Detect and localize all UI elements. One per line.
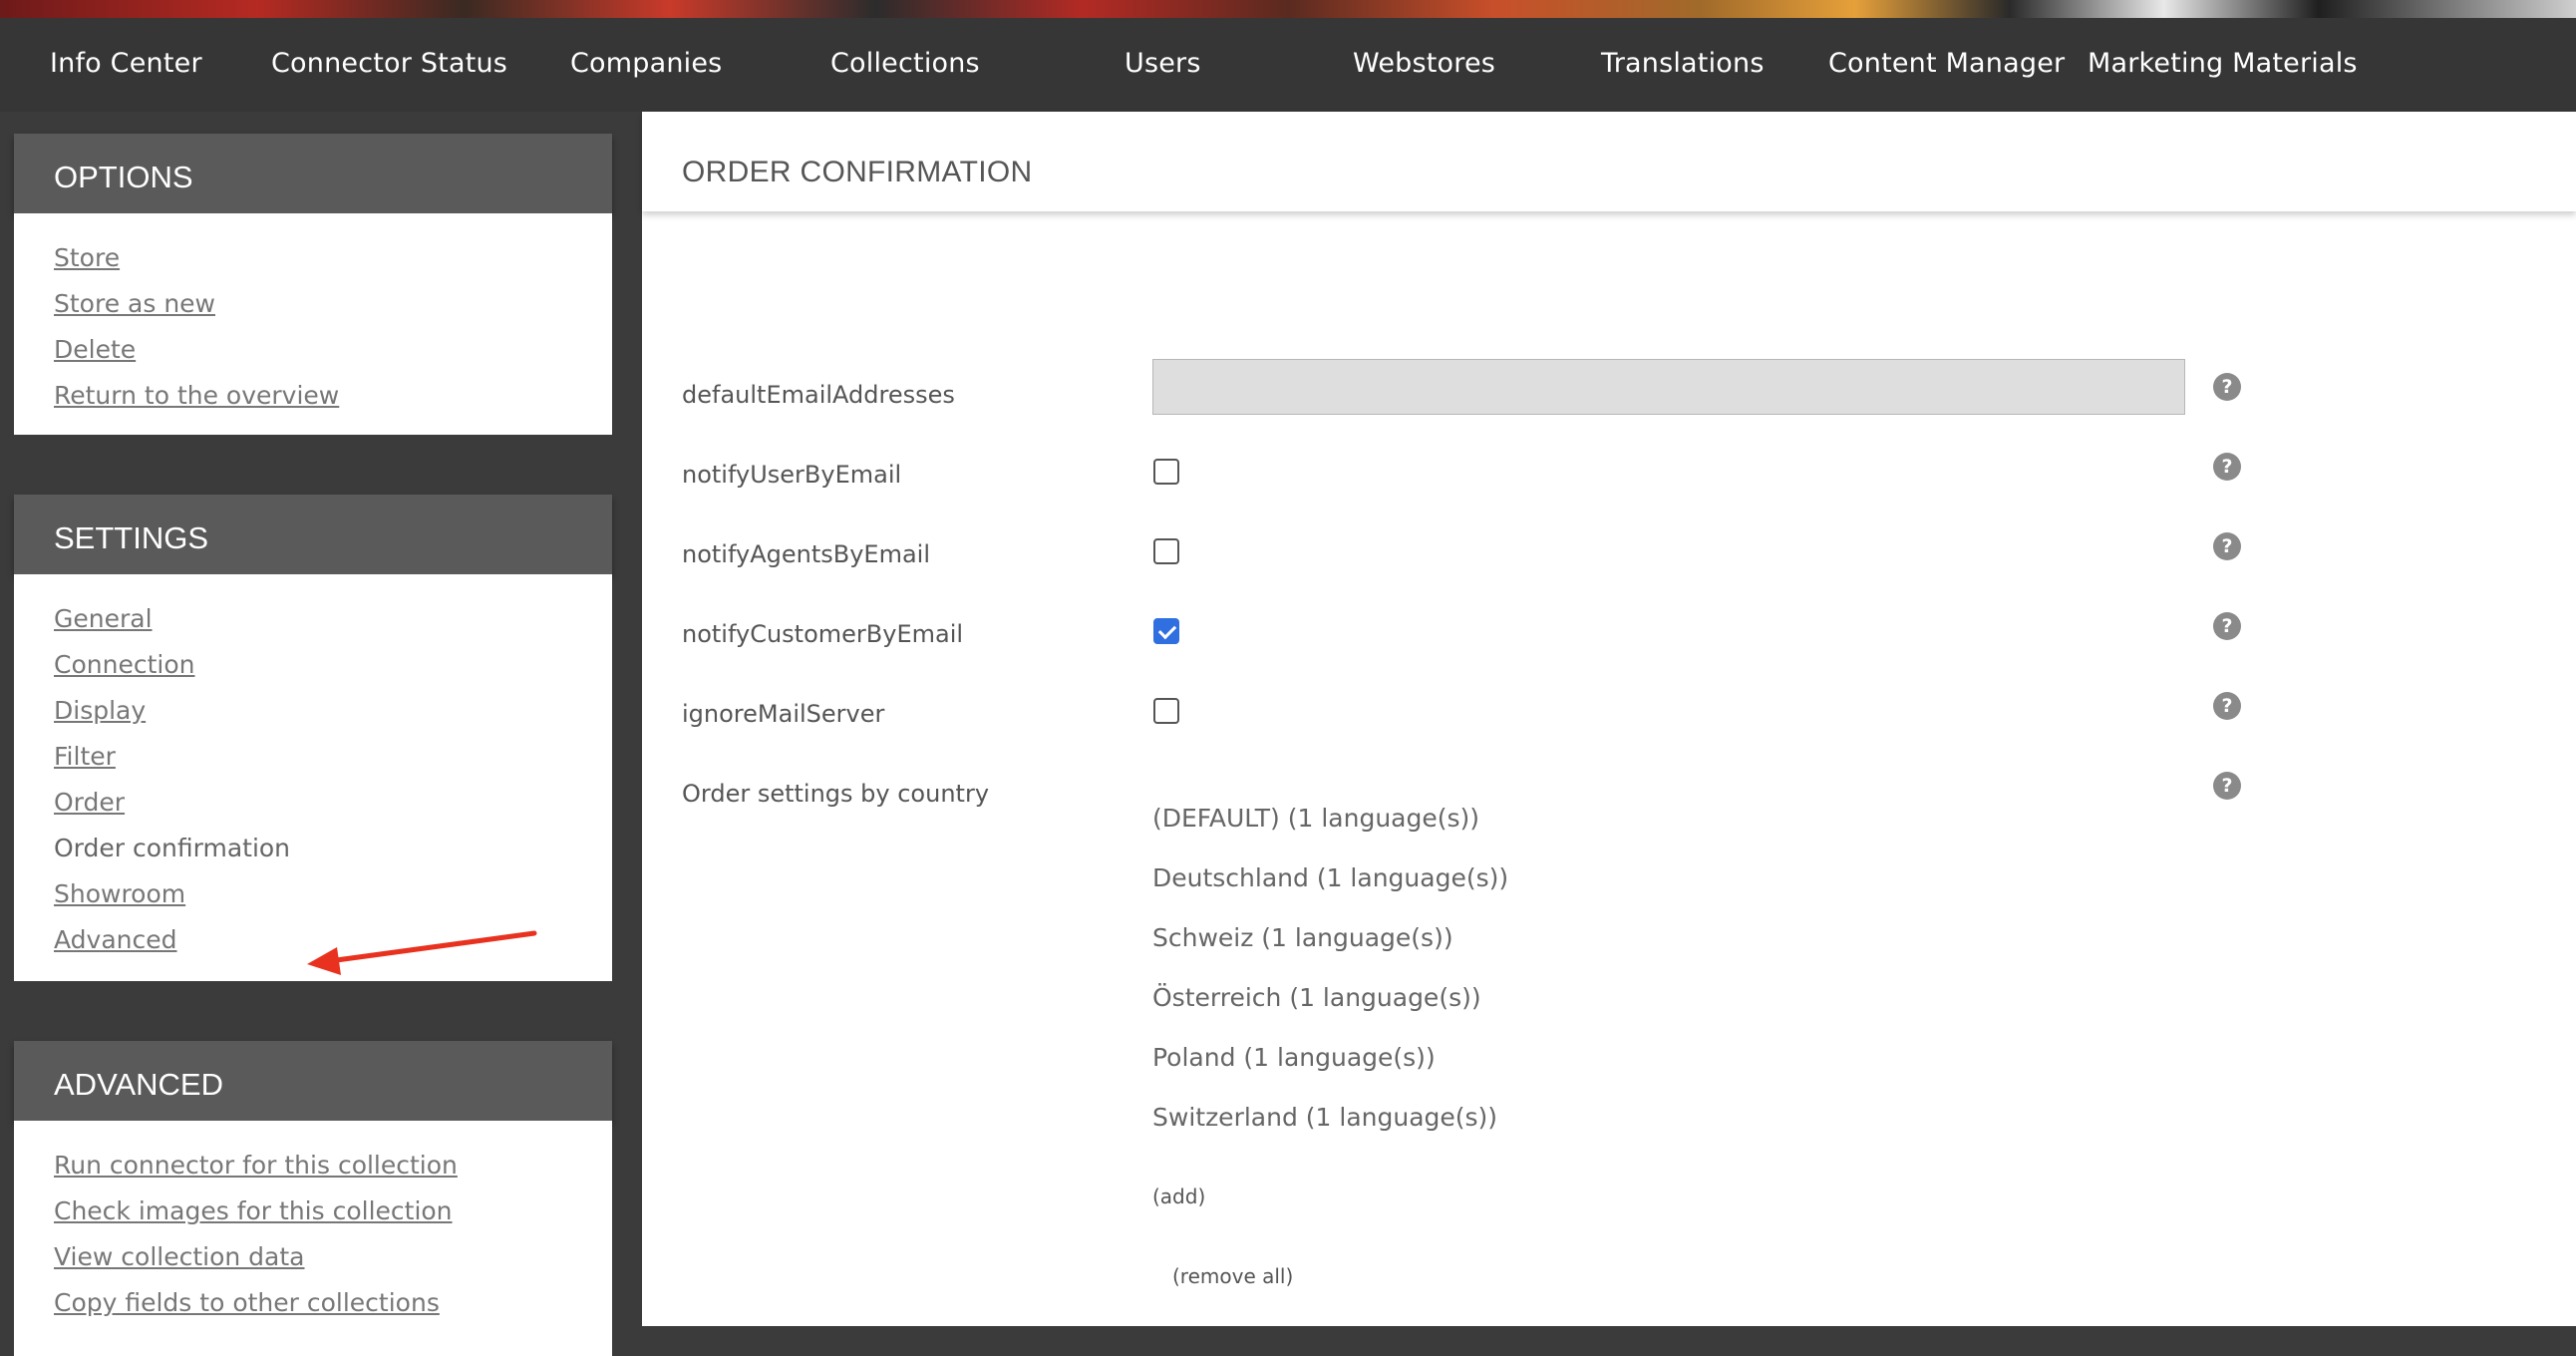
- settings-order-link[interactable]: Order: [54, 780, 572, 826]
- notify-agents-by-email-label: notifyAgentsByEmail: [682, 540, 930, 568]
- sidebar: OPTIONS Store Store as new Delete Return…: [0, 112, 642, 1356]
- country-oesterreich-item[interactable]: Österreich (1 language(s)): [1152, 983, 1481, 1012]
- country-poland-item[interactable]: Poland (1 language(s)): [1152, 1043, 1436, 1072]
- notify-customer-by-email-checkbox[interactable]: [1153, 618, 1179, 644]
- order-settings-by-country-label: Order settings by country: [682, 780, 990, 808]
- nav-connector-status[interactable]: Connector Status: [271, 48, 507, 79]
- settings-panel-title: SETTINGS: [14, 495, 612, 574]
- help-icon[interactable]: ?: [2213, 612, 2241, 640]
- nav-companies[interactable]: Companies: [570, 48, 722, 79]
- nav-users[interactable]: Users: [1125, 48, 1201, 79]
- nav-translations[interactable]: Translations: [1601, 48, 1765, 79]
- return-to-overview-link[interactable]: Return to the overview: [54, 373, 572, 419]
- red-arrow-annotation: [307, 930, 537, 975]
- settings-panel: SETTINGS General Connection Display Filt…: [14, 495, 612, 981]
- top-navigation: Info Center Connector Status Companies C…: [0, 18, 2576, 112]
- default-email-addresses-label: defaultEmailAddresses: [682, 381, 955, 409]
- help-icon[interactable]: ?: [2213, 772, 2241, 800]
- settings-order-confirmation-link[interactable]: Order confirmation: [54, 826, 572, 871]
- copy-fields-link[interactable]: Copy fields to other collections: [54, 1280, 572, 1326]
- ignore-mail-server-label: ignoreMailServer: [682, 700, 885, 728]
- nav-info-center[interactable]: Info Center: [50, 48, 202, 79]
- delete-link[interactable]: Delete: [54, 327, 572, 373]
- notify-agents-by-email-checkbox[interactable]: [1153, 538, 1179, 564]
- help-icon[interactable]: ?: [2213, 453, 2241, 481]
- main-header: ORDER CONFIRMATION: [642, 112, 2576, 211]
- help-icon[interactable]: ?: [2213, 692, 2241, 720]
- header-banner-image: [0, 0, 2576, 18]
- help-icon[interactable]: ?: [2213, 373, 2241, 401]
- country-deutschland-item[interactable]: Deutschland (1 language(s)): [1152, 863, 1508, 892]
- remove-all-countries-link[interactable]: (remove all): [1172, 1264, 1293, 1288]
- run-connector-link[interactable]: Run connector for this collection: [54, 1143, 572, 1188]
- check-images-link[interactable]: Check images for this collection: [54, 1188, 572, 1234]
- nav-webstores[interactable]: Webstores: [1353, 48, 1495, 79]
- nav-content-manager[interactable]: Content Manager: [1828, 48, 2065, 79]
- page-title: ORDER CONFIRMATION: [682, 156, 1033, 188]
- add-country-link[interactable]: (add): [1152, 1185, 1205, 1208]
- default-email-addresses-input[interactable]: [1152, 359, 2185, 415]
- country-switzerland-item[interactable]: Switzerland (1 language(s)): [1152, 1103, 1497, 1132]
- ignore-mail-server-checkbox[interactable]: [1153, 698, 1179, 724]
- notify-user-by-email-label: notifyUserByEmail: [682, 461, 902, 489]
- notify-customer-by-email-label: notifyCustomerByEmail: [682, 620, 964, 648]
- country-default-item[interactable]: (DEFAULT) (1 language(s)): [1152, 804, 1479, 833]
- settings-connection-link[interactable]: Connection: [54, 642, 572, 688]
- store-link[interactable]: Store: [54, 235, 572, 281]
- settings-showroom-link[interactable]: Showroom: [54, 871, 572, 917]
- help-icon[interactable]: ?: [2213, 532, 2241, 560]
- nav-marketing-materials[interactable]: Marketing Materials: [2088, 48, 2358, 79]
- options-panel: OPTIONS Store Store as new Delete Return…: [14, 134, 612, 435]
- settings-display-link[interactable]: Display: [54, 688, 572, 734]
- advanced-panel: ADVANCED Run connector for this collecti…: [14, 1041, 612, 1356]
- settings-general-link[interactable]: General: [54, 596, 572, 642]
- settings-filter-link[interactable]: Filter: [54, 734, 572, 780]
- view-collection-data-link[interactable]: View collection data: [54, 1234, 572, 1280]
- nav-collections[interactable]: Collections: [830, 48, 980, 79]
- notify-user-by-email-checkbox[interactable]: [1153, 459, 1179, 485]
- store-as-new-link[interactable]: Store as new: [54, 281, 572, 327]
- main-content: ORDER CONFIRMATION defaultEmailAddresses…: [642, 112, 2576, 1326]
- advanced-panel-title: ADVANCED: [14, 1041, 612, 1121]
- country-schweiz-item[interactable]: Schweiz (1 language(s)): [1152, 923, 1453, 952]
- options-panel-title: OPTIONS: [14, 134, 612, 213]
